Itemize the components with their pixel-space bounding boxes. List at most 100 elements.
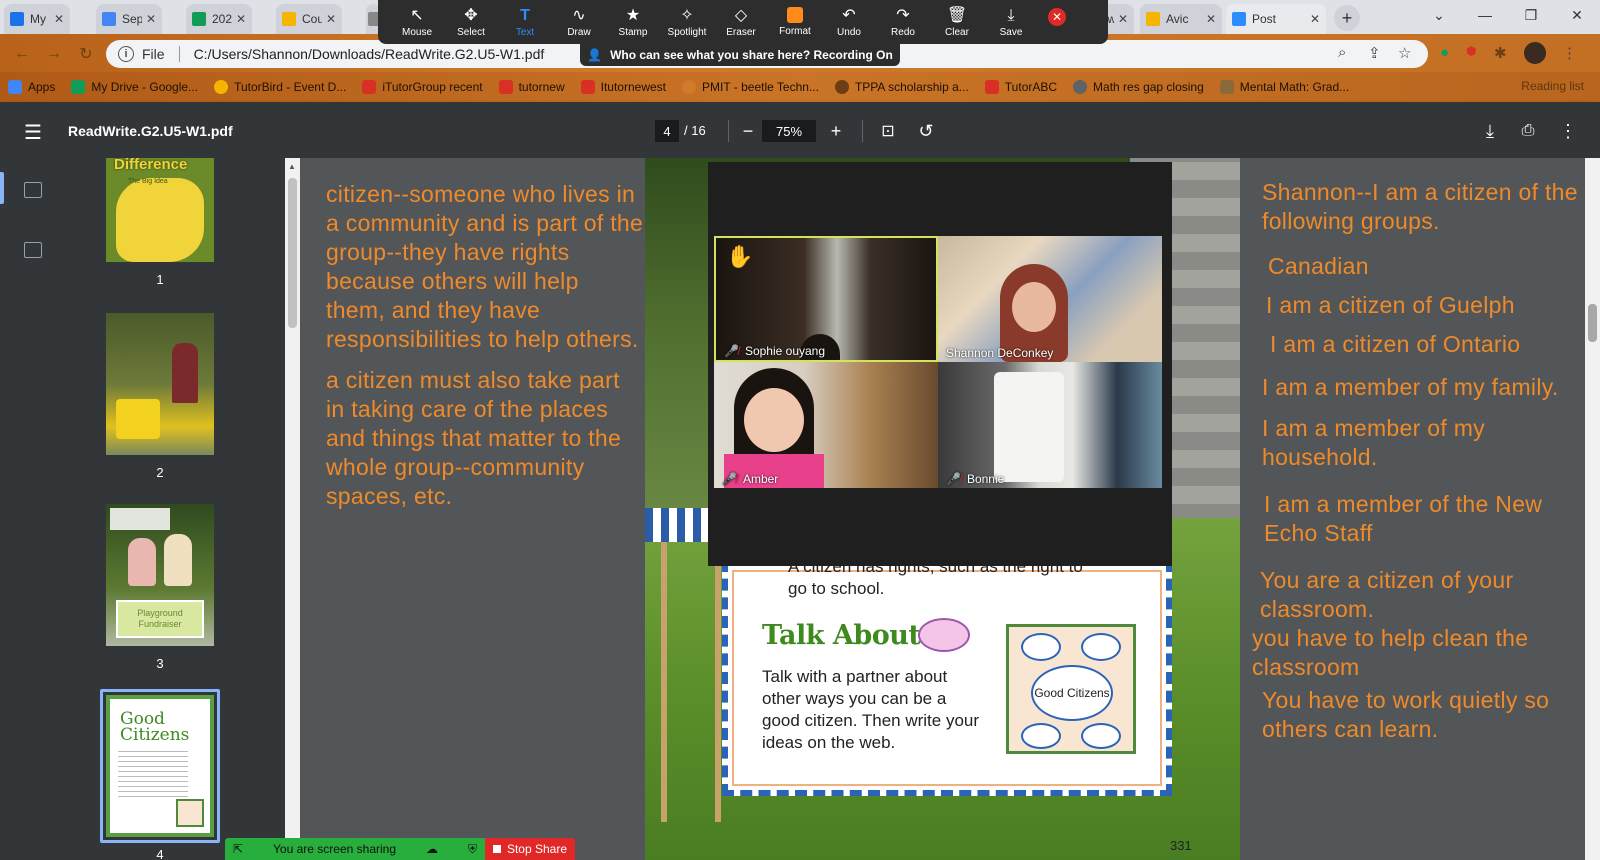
tool-redo[interactable]: ↷ Redo <box>876 0 930 44</box>
tool-clear[interactable]: 🗑 Clear <box>930 0 984 44</box>
scroll-up-icon[interactable]: ▲ <box>288 162 296 171</box>
outline-view-icon[interactable] <box>24 242 42 258</box>
scrollbar-thumb[interactable] <box>1588 304 1597 342</box>
bookmark-item[interactable]: Apps <box>8 80 55 94</box>
url-text: C:/Users/Shannon/Downloads/ReadWrite.G2.… <box>193 46 545 62</box>
info-icon[interactable]: i <box>118 46 134 62</box>
close-window-button[interactable]: ✕ <box>1554 0 1600 30</box>
new-tab-button[interactable]: + <box>1334 5 1360 31</box>
bookmark-item[interactable]: tutornew <box>498 80 565 94</box>
annotation-text[interactable]: I am a citizen of Ontario <box>1270 330 1590 359</box>
annotation-text[interactable]: I am a member of the New Echo Staff <box>1264 490 1584 548</box>
browser-tab[interactable]: Avic ✕ <box>1140 4 1222 34</box>
thumbnail-page-1[interactable]: Difference The Big Idea 1 <box>106 158 214 288</box>
thumbnail-page-2[interactable]: 2 <box>106 313 214 480</box>
annotation-text[interactable]: Shannon--I am a citizen of the following… <box>1262 178 1582 236</box>
bookmark-item[interactable]: Math res gap closing <box>1073 80 1204 94</box>
browser-tab-active[interactable]: Post ✕ <box>1226 4 1326 34</box>
bookmark-item[interactable]: TutorBird - Event D... <box>214 80 346 94</box>
tab-search-icon[interactable]: ⌄ <box>1416 0 1462 30</box>
zoom-level-input[interactable]: 75% <box>762 120 816 142</box>
annotation-text[interactable]: I am a member of my household. <box>1262 414 1582 472</box>
screen-sharing-banner[interactable]: ⇱ You are screen sharing ☁ ⛨ <box>225 838 485 860</box>
video-tile[interactable]: Shannon DeConkey <box>938 236 1162 362</box>
tool-mouse[interactable]: ↖ Mouse <box>390 0 444 44</box>
page-number-input[interactable]: 4 <box>655 120 679 142</box>
reload-icon[interactable]: ↻ <box>74 42 98 66</box>
zoom-lens-icon[interactable]: ⌕ <box>1338 44 1346 61</box>
tool-save[interactable]: ⤓ Save <box>984 0 1038 44</box>
browser-tab[interactable]: My D ✕ <box>4 4 70 34</box>
document-scrollbar[interactable] <box>1585 158 1600 860</box>
bookmark-item[interactable]: Itutornewest <box>580 80 666 94</box>
bookmark-item[interactable]: iTutorGroup recent <box>362 80 483 94</box>
menu-icon[interactable]: ☰ <box>24 120 42 145</box>
annotation-text[interactable]: I am a citizen of Guelph <box>1266 291 1586 320</box>
annotation-text[interactable]: I am a member of my family. <box>1262 373 1582 402</box>
drag-handle-icon[interactable]: ⇱ <box>233 842 243 856</box>
tool-draw[interactable]: ∿ Draw <box>552 0 606 44</box>
tool-text[interactable]: T Text <box>498 0 552 44</box>
browser-tab[interactable]: Cou ✕ <box>276 4 342 34</box>
video-tile[interactable]: 🎤̸ Amber <box>714 362 938 488</box>
close-tab-icon[interactable]: ✕ <box>54 12 64 26</box>
close-tab-icon[interactable]: ✕ <box>1118 12 1128 26</box>
scrollbar-thumb[interactable] <box>288 178 297 328</box>
annotation-text[interactable]: You are a citizen of your classroom. <box>1260 566 1580 624</box>
bookmark-item[interactable]: My Drive - Google... <box>71 80 198 94</box>
forward-icon[interactable]: → <box>42 42 66 66</box>
bookmark-item[interactable]: TPPA scholarship a... <box>834 80 969 94</box>
close-tab-icon[interactable]: ✕ <box>236 12 246 26</box>
video-tile[interactable]: 🎤̸ Bonnie <box>938 362 1162 488</box>
rotate-icon[interactable]: ↺ <box>914 119 938 143</box>
close-tab-icon[interactable]: ✕ <box>1310 12 1320 26</box>
restore-button[interactable]: ❐ <box>1508 0 1554 30</box>
thumbnail-page-3[interactable]: Playground Fundraiser 3 <box>106 504 214 671</box>
sidebar-scrollbar[interactable]: ▲ <box>285 158 300 860</box>
browser-tab[interactable]: 202 ✕ <box>186 4 252 34</box>
download-icon[interactable]: ⤓ <box>1478 119 1502 143</box>
extensions-puzzle-icon[interactable]: ✱ <box>1494 44 1507 62</box>
tool-eraser[interactable]: ◇ Eraser <box>714 0 768 44</box>
shield-icon: ⛨ <box>467 841 477 856</box>
annotation-text[interactable]: a citizen must also take part in taking … <box>326 366 644 511</box>
close-annotation-button[interactable]: ✕ <box>1048 8 1066 26</box>
bookmark-item[interactable]: Mental Math: Grad... <box>1219 80 1349 94</box>
share-icon[interactable]: ⇪ <box>1368 44 1381 62</box>
table-leg <box>661 542 667 822</box>
more-options-icon[interactable]: ⋮ <box>1556 119 1580 143</box>
tool-spotlight[interactable]: ✧ Spotlight <box>660 0 714 44</box>
thumbnail-page-4[interactable]: Good Citizens 4 <box>106 695 214 860</box>
profile-avatar[interactable] <box>1524 42 1546 64</box>
thumbnails-view-icon[interactable] <box>24 182 42 198</box>
menu-kebab-icon[interactable]: ⋮ <box>1562 44 1577 62</box>
recording-notice[interactable]: 👤 Who can see what you share here? Recor… <box>580 44 900 66</box>
annotation-text[interactable]: you have to help clean the classroom <box>1252 624 1572 682</box>
zoom-out-icon[interactable]: − <box>736 119 760 143</box>
annotation-text[interactable]: citizen--someone who lives in a communit… <box>326 180 644 354</box>
tool-stamp[interactable]: ★ Stamp <box>606 0 660 44</box>
annotation-text[interactable]: Canadian <box>1268 252 1588 281</box>
close-tab-icon[interactable]: ✕ <box>326 12 336 26</box>
zoom-in-icon[interactable]: + <box>824 119 848 143</box>
close-tab-icon[interactable]: ✕ <box>146 12 156 26</box>
tool-select[interactable]: ✥ Select <box>444 0 498 44</box>
bookmark-star-icon[interactable]: ☆ <box>1398 44 1411 62</box>
stop-share-button[interactable]: Stop Share <box>485 838 575 860</box>
tool-undo[interactable]: ↶ Undo <box>822 0 876 44</box>
bookmark-item[interactable]: TutorABC <box>984 80 1057 94</box>
back-icon[interactable]: ← <box>10 42 34 66</box>
browser-tab[interactable]: Sept ✕ <box>96 4 162 34</box>
tool-format[interactable]: Format <box>768 0 822 44</box>
annotation-text[interactable]: You have to work quietly so others can l… <box>1262 686 1582 744</box>
bookmark-item[interactable]: PMIT - beetle Techn... <box>682 80 819 94</box>
mouse-pointer-icon: ↖ <box>410 6 424 24</box>
print-icon[interactable]: ⎙ <box>1516 119 1540 143</box>
minimize-button[interactable]: — <box>1462 0 1508 30</box>
extension-icon[interactable]: ● <box>1440 44 1449 61</box>
reading-list-button[interactable]: Reading list <box>1521 79 1584 93</box>
ublock-icon[interactable]: ⬢ <box>1466 44 1476 58</box>
fit-page-icon[interactable]: ⊡ <box>876 119 900 143</box>
close-tab-icon[interactable]: ✕ <box>1206 12 1216 26</box>
video-tile[interactable]: ✋ 🎤̸ Sophie ouyang <box>714 236 938 362</box>
